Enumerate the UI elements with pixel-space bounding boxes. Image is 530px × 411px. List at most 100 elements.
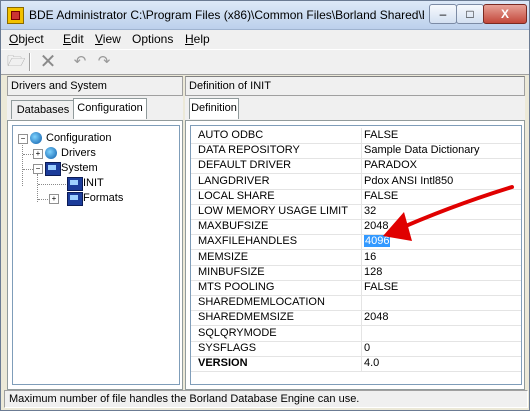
close-button[interactable]: X	[483, 4, 527, 24]
grid-row[interactable]: DATA REPOSITORY Sample Data Dictionary	[191, 143, 522, 160]
status-bar: Maximum number of file handles the Borla…	[4, 390, 528, 408]
grid-row[interactable]: SQLQRYMODE	[191, 325, 522, 342]
grid-value-text: 32	[364, 205, 377, 217]
menu-view[interactable]: View	[95, 32, 121, 46]
tree-node-label: Formats	[83, 192, 124, 204]
grid-cell-name: VERSION	[198, 357, 248, 369]
pane-header: Definition of INIT	[185, 76, 525, 96]
tree-node-configuration[interactable]: − Configuration	[13, 131, 173, 146]
grid-row[interactable]: AUTO ODBC FALSE	[191, 128, 521, 144]
tree-node-init[interactable]: INIT	[13, 176, 173, 191]
grid-cell-value[interactable]: 2048	[361, 219, 522, 235]
bde-administrator-window: BDE Administrator C:\Program Files (x86)…	[0, 0, 530, 411]
grid-cell-value[interactable]: FALSE	[361, 128, 522, 143]
grid-row[interactable]: LOCAL SHARE FALSE	[191, 188, 522, 205]
grid-row[interactable]: SYSFLAGS 0	[191, 340, 522, 357]
drivers-icon	[45, 147, 57, 159]
grid-cell-value[interactable]: FALSE	[361, 280, 522, 295]
grid-row[interactable]: SHAREDMEMSIZE 2048	[191, 310, 522, 327]
minimize-button[interactable]: –	[429, 4, 457, 24]
menu-options[interactable]: Options	[132, 32, 173, 46]
redo-icon[interactable]: ↷	[95, 53, 113, 71]
grid-cell-name: MAXBUFSIZE	[198, 220, 269, 233]
definition-pane: Definition of INIT Definition AUTO ODBC F…	[185, 76, 525, 390]
grid-cell-name: DATA REPOSITORY	[198, 144, 300, 157]
title-bar[interactable]: BDE Administrator C:\Program Files (x86)…	[1, 1, 529, 30]
grid-cell-value[interactable]: 32	[361, 204, 522, 219]
grid-cell-name: LOW MEMORY USAGE LIMIT	[198, 205, 348, 217]
menu-object[interactable]: Object	[9, 32, 44, 46]
grid-cell-value[interactable]	[361, 295, 522, 311]
menu-help[interactable]: Help	[185, 32, 210, 46]
open-icon[interactable]: 🗁	[7, 53, 26, 71]
configuration-tree[interactable]: − Configuration + Drivers − System INIT	[12, 125, 180, 385]
grid-cell-value[interactable]: 16	[361, 249, 522, 265]
menu-edit[interactable]: Edit	[63, 32, 84, 46]
toolbar-separator	[29, 53, 31, 71]
grid-row[interactable]: SHAREDMEMLOCATION	[191, 295, 522, 312]
maximize-button[interactable]: □	[456, 4, 484, 24]
pane-header: Drivers and System	[7, 76, 183, 96]
grid-cell-name: MAXFILEHANDLES	[198, 235, 298, 248]
grid-cell-value[interactable]: PARADOX	[361, 158, 522, 174]
system-icon	[45, 162, 61, 176]
expand-icon[interactable]: +	[49, 194, 59, 204]
grid-cell-value[interactable]: 4.0	[361, 356, 522, 371]
definition-grid[interactable]: AUTO ODBC FALSE DATA REPOSITORY Sample Data…	[190, 125, 522, 385]
grid-row[interactable]: VERSION 4.0	[191, 356, 521, 372]
grid-value-text: 4.0	[364, 357, 380, 369]
definition-tab-panel: AUTO ODBC FALSE DATA REPOSITORY Sample Data…	[185, 120, 525, 390]
tab-databases[interactable]: Databases	[11, 100, 75, 119]
window-title: BDE Administrator C:\Program Files (x86)…	[29, 8, 424, 22]
expand-icon[interactable]: +	[33, 149, 43, 159]
grid-row[interactable]: LOW MEMORY USAGE LIMIT 32	[191, 204, 521, 220]
grid-cell-name: SHAREDMEMLOCATION	[198, 296, 325, 309]
collapse-icon[interactable]: −	[33, 164, 43, 174]
grid-cell-value[interactable]: Sample Data Dictionary	[361, 143, 522, 159]
grid-cell-name: LOCAL SHARE	[198, 189, 275, 202]
collapse-icon[interactable]: −	[18, 134, 28, 144]
grid-cell-value[interactable]: 128	[361, 264, 522, 280]
grid-row[interactable]: LANGDRIVER Pdox ANSI Intl850	[191, 173, 522, 190]
tree-node-system[interactable]: − System	[13, 161, 173, 176]
grid-value-text: Pdox ANSI Intl850	[364, 174, 454, 187]
tab-definition[interactable]: Definition	[189, 98, 239, 119]
grid-cell-value[interactable]: Pdox ANSI Intl850	[361, 173, 522, 189]
grid-value-text: FALSE	[364, 281, 399, 293]
grid-cell-name: MTS POOLING	[198, 281, 275, 293]
grid-row[interactable]: MEMSIZE 16	[191, 249, 522, 266]
grid-row[interactable]: MAXFILEHANDLES 4096	[191, 234, 522, 251]
grid-cell-name: SHAREDMEMSIZE	[198, 311, 294, 324]
grid-cell-value[interactable]: 0	[361, 340, 522, 356]
configuration-tab-panel: − Configuration + Drivers − System INIT	[7, 120, 183, 390]
grid-row[interactable]: MTS POOLING FALSE	[191, 280, 521, 296]
grid-value-text: 2048	[364, 220, 389, 233]
menu-bar: Object Edit View Options Help	[1, 30, 529, 49]
tree-node-label: Drivers	[61, 147, 96, 159]
app-icon	[7, 7, 24, 24]
grid-value-text: FALSE	[364, 129, 399, 141]
undo-icon[interactable]: ↶	[71, 53, 89, 71]
tree-node-formats[interactable]: + Formats	[13, 191, 173, 206]
grid-cell-value[interactable]: 4096	[361, 234, 522, 250]
toolbar: 🗁 ✕ ↶ ↷	[1, 49, 529, 75]
drivers-and-system-pane: Drivers and System Databases Configurati…	[7, 76, 183, 390]
grid-cell-name: SQLQRYMODE	[198, 326, 277, 339]
grid-value-text: Sample Data Dictionary	[364, 144, 480, 157]
grid-row[interactable]: MAXBUFSIZE 2048	[191, 219, 522, 236]
formats-icon	[67, 192, 83, 206]
tab-configuration[interactable]: Configuration	[73, 98, 147, 119]
grid-value-text: 16	[364, 250, 377, 263]
grid-row[interactable]: DEFAULT DRIVER PARADOX	[191, 158, 522, 175]
grid-value-text: 0	[364, 341, 371, 354]
grid-row[interactable]: MINBUFSIZE 128	[191, 264, 522, 281]
grid-value-text: 2048	[364, 311, 389, 324]
grid-value-text: FALSE	[364, 189, 399, 202]
tree-node-drivers[interactable]: + Drivers	[13, 146, 173, 161]
grid-cell-value[interactable]	[361, 325, 522, 341]
delete-icon[interactable]: ✕	[39, 52, 57, 72]
grid-cell-value[interactable]: 2048	[361, 310, 522, 326]
configuration-icon	[30, 132, 42, 144]
grid-cell-name: MINBUFSIZE	[198, 265, 265, 278]
grid-cell-value[interactable]: FALSE	[361, 188, 522, 204]
